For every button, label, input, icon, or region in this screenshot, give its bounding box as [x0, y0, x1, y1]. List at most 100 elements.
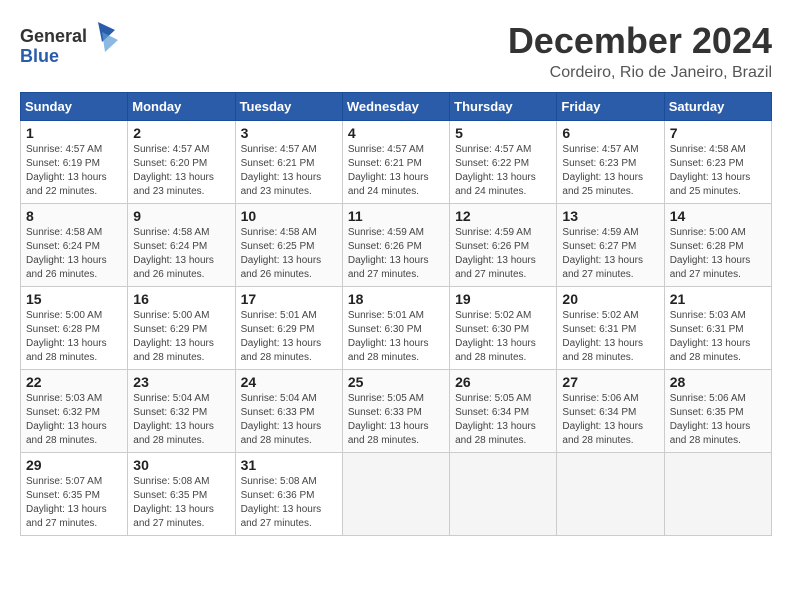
calendar-cell: 25 Sunrise: 5:05 AMSunset: 6:33 PMDaylig…	[342, 370, 449, 453]
day-info: Sunrise: 5:04 AMSunset: 6:33 PMDaylight:…	[241, 393, 322, 446]
calendar-row: 1 Sunrise: 4:57 AMSunset: 6:19 PMDayligh…	[21, 121, 772, 204]
calendar-cell: 18 Sunrise: 5:01 AMSunset: 6:30 PMDaylig…	[342, 287, 449, 370]
day-info: Sunrise: 5:04 AMSunset: 6:32 PMDaylight:…	[133, 393, 214, 446]
day-info: Sunrise: 4:57 AMSunset: 6:23 PMDaylight:…	[562, 144, 643, 197]
calendar-cell: 17 Sunrise: 5:01 AMSunset: 6:29 PMDaylig…	[235, 287, 342, 370]
calendar-cell: 11 Sunrise: 4:59 AMSunset: 6:26 PMDaylig…	[342, 204, 449, 287]
day-number: 27	[562, 374, 658, 390]
day-info: Sunrise: 4:58 AMSunset: 6:23 PMDaylight:…	[670, 144, 751, 197]
calendar-row: 8 Sunrise: 4:58 AMSunset: 6:24 PMDayligh…	[21, 204, 772, 287]
title-block: December 2024 Cordeiro, Rio de Janeiro, …	[508, 20, 772, 82]
day-info: Sunrise: 5:06 AMSunset: 6:34 PMDaylight:…	[562, 393, 643, 446]
calendar-cell: 21 Sunrise: 5:03 AMSunset: 6:31 PMDaylig…	[664, 287, 771, 370]
day-info: Sunrise: 5:06 AMSunset: 6:35 PMDaylight:…	[670, 393, 751, 446]
day-info: Sunrise: 5:02 AMSunset: 6:30 PMDaylight:…	[455, 310, 536, 363]
col-wednesday: Wednesday	[342, 93, 449, 121]
calendar-row: 22 Sunrise: 5:03 AMSunset: 6:32 PMDaylig…	[21, 370, 772, 453]
day-info: Sunrise: 5:05 AMSunset: 6:34 PMDaylight:…	[455, 393, 536, 446]
day-number: 5	[455, 125, 551, 141]
calendar-cell: 7 Sunrise: 4:58 AMSunset: 6:23 PMDayligh…	[664, 121, 771, 204]
day-info: Sunrise: 4:59 AMSunset: 6:27 PMDaylight:…	[562, 227, 643, 280]
day-info: Sunrise: 5:01 AMSunset: 6:29 PMDaylight:…	[241, 310, 322, 363]
day-number: 15	[26, 291, 122, 307]
day-number: 19	[455, 291, 551, 307]
day-info: Sunrise: 5:03 AMSunset: 6:31 PMDaylight:…	[670, 310, 751, 363]
location: Cordeiro, Rio de Janeiro, Brazil	[508, 64, 772, 82]
day-number: 29	[26, 457, 122, 473]
day-info: Sunrise: 4:58 AMSunset: 6:24 PMDaylight:…	[26, 227, 107, 280]
day-number: 14	[670, 208, 766, 224]
day-number: 2	[133, 125, 229, 141]
calendar-cell: 13 Sunrise: 4:59 AMSunset: 6:27 PMDaylig…	[557, 204, 664, 287]
day-info: Sunrise: 5:05 AMSunset: 6:33 PMDaylight:…	[348, 393, 429, 446]
day-info: Sunrise: 4:57 AMSunset: 6:20 PMDaylight:…	[133, 144, 214, 197]
col-friday: Friday	[557, 93, 664, 121]
day-number: 8	[26, 208, 122, 224]
col-tuesday: Tuesday	[235, 93, 342, 121]
calendar-cell: 26 Sunrise: 5:05 AMSunset: 6:34 PMDaylig…	[450, 370, 557, 453]
day-number: 7	[670, 125, 766, 141]
calendar-cell: 30 Sunrise: 5:08 AMSunset: 6:35 PMDaylig…	[128, 453, 235, 536]
calendar-cell: 12 Sunrise: 4:59 AMSunset: 6:26 PMDaylig…	[450, 204, 557, 287]
day-info: Sunrise: 4:57 AMSunset: 6:21 PMDaylight:…	[348, 144, 429, 197]
day-info: Sunrise: 4:58 AMSunset: 6:24 PMDaylight:…	[133, 227, 214, 280]
day-number: 23	[133, 374, 229, 390]
col-sunday: Sunday	[21, 93, 128, 121]
day-info: Sunrise: 5:03 AMSunset: 6:32 PMDaylight:…	[26, 393, 107, 446]
day-number: 16	[133, 291, 229, 307]
calendar-cell: 14 Sunrise: 5:00 AMSunset: 6:28 PMDaylig…	[664, 204, 771, 287]
logo: General Blue	[20, 20, 120, 70]
calendar-cell: 20 Sunrise: 5:02 AMSunset: 6:31 PMDaylig…	[557, 287, 664, 370]
day-number: 25	[348, 374, 444, 390]
month-title: December 2024	[508, 20, 772, 62]
day-number: 20	[562, 291, 658, 307]
day-number: 31	[241, 457, 337, 473]
calendar-cell: 29 Sunrise: 5:07 AMSunset: 6:35 PMDaylig…	[21, 453, 128, 536]
day-number: 22	[26, 374, 122, 390]
logo-svg: General Blue	[20, 20, 120, 70]
day-number: 18	[348, 291, 444, 307]
calendar-cell	[450, 453, 557, 536]
day-number: 10	[241, 208, 337, 224]
calendar-cell: 24 Sunrise: 5:04 AMSunset: 6:33 PMDaylig…	[235, 370, 342, 453]
calendar-cell: 27 Sunrise: 5:06 AMSunset: 6:34 PMDaylig…	[557, 370, 664, 453]
svg-text:Blue: Blue	[20, 46, 59, 66]
col-saturday: Saturday	[664, 93, 771, 121]
calendar-cell: 31 Sunrise: 5:08 AMSunset: 6:36 PMDaylig…	[235, 453, 342, 536]
calendar-cell: 9 Sunrise: 4:58 AMSunset: 6:24 PMDayligh…	[128, 204, 235, 287]
calendar-cell: 3 Sunrise: 4:57 AMSunset: 6:21 PMDayligh…	[235, 121, 342, 204]
day-number: 6	[562, 125, 658, 141]
day-number: 3	[241, 125, 337, 141]
col-monday: Monday	[128, 93, 235, 121]
day-info: Sunrise: 5:02 AMSunset: 6:31 PMDaylight:…	[562, 310, 643, 363]
day-info: Sunrise: 5:00 AMSunset: 6:28 PMDaylight:…	[26, 310, 107, 363]
day-info: Sunrise: 4:57 AMSunset: 6:19 PMDaylight:…	[26, 144, 107, 197]
calendar-cell: 28 Sunrise: 5:06 AMSunset: 6:35 PMDaylig…	[664, 370, 771, 453]
day-info: Sunrise: 5:08 AMSunset: 6:35 PMDaylight:…	[133, 476, 214, 529]
calendar-cell: 8 Sunrise: 4:58 AMSunset: 6:24 PMDayligh…	[21, 204, 128, 287]
calendar-table: Sunday Monday Tuesday Wednesday Thursday…	[20, 92, 772, 536]
day-info: Sunrise: 5:00 AMSunset: 6:28 PMDaylight:…	[670, 227, 751, 280]
calendar-cell: 2 Sunrise: 4:57 AMSunset: 6:20 PMDayligh…	[128, 121, 235, 204]
calendar-cell: 4 Sunrise: 4:57 AMSunset: 6:21 PMDayligh…	[342, 121, 449, 204]
day-info: Sunrise: 4:58 AMSunset: 6:25 PMDaylight:…	[241, 227, 322, 280]
day-info: Sunrise: 4:59 AMSunset: 6:26 PMDaylight:…	[348, 227, 429, 280]
calendar-cell: 10 Sunrise: 4:58 AMSunset: 6:25 PMDaylig…	[235, 204, 342, 287]
calendar-cell: 19 Sunrise: 5:02 AMSunset: 6:30 PMDaylig…	[450, 287, 557, 370]
day-info: Sunrise: 5:07 AMSunset: 6:35 PMDaylight:…	[26, 476, 107, 529]
day-number: 1	[26, 125, 122, 141]
day-number: 24	[241, 374, 337, 390]
calendar-cell: 22 Sunrise: 5:03 AMSunset: 6:32 PMDaylig…	[21, 370, 128, 453]
day-number: 28	[670, 374, 766, 390]
day-number: 11	[348, 208, 444, 224]
calendar-cell	[557, 453, 664, 536]
calendar-cell: 23 Sunrise: 5:04 AMSunset: 6:32 PMDaylig…	[128, 370, 235, 453]
calendar-cell: 1 Sunrise: 4:57 AMSunset: 6:19 PMDayligh…	[21, 121, 128, 204]
day-info: Sunrise: 4:59 AMSunset: 6:26 PMDaylight:…	[455, 227, 536, 280]
calendar-row: 15 Sunrise: 5:00 AMSunset: 6:28 PMDaylig…	[21, 287, 772, 370]
day-info: Sunrise: 5:08 AMSunset: 6:36 PMDaylight:…	[241, 476, 322, 529]
calendar-cell: 16 Sunrise: 5:00 AMSunset: 6:29 PMDaylig…	[128, 287, 235, 370]
svg-text:General: General	[20, 26, 87, 46]
calendar-cell	[342, 453, 449, 536]
header-row: Sunday Monday Tuesday Wednesday Thursday…	[21, 93, 772, 121]
